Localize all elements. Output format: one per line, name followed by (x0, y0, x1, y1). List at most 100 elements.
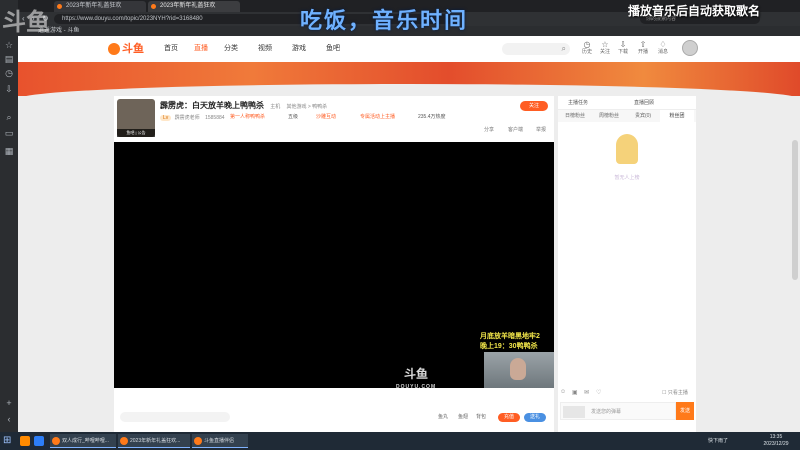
room-header: 鱼吧 | 公告 霹雳虎：白天放羊晚上鸭鸭杀 主机 其他游戏 > 鸭鸭杀 Lv 霹… (114, 96, 554, 142)
history-icon[interactable]: ◷ (4, 68, 14, 78)
fishball-item[interactable]: 鱼丸 (438, 414, 448, 421)
event-banner[interactable] (18, 62, 800, 114)
messages-label: 消息 (657, 49, 668, 55)
star-icon[interactable]: ☆ (4, 40, 14, 50)
broadcast-button[interactable]: ⇧ 开播 (636, 40, 650, 56)
user-level-badge (563, 406, 585, 418)
taskbar-item-3[interactable]: 斗鱼直播伴侣 (192, 434, 248, 448)
recharge-button[interactable]: 充值 (498, 413, 520, 422)
download-icon[interactable]: ⇩ (4, 84, 14, 94)
backpack-item[interactable]: 背包 (476, 414, 486, 421)
fishfin-item[interactable]: 鱼翅 (458, 414, 468, 421)
start-icon[interactable]: ⊞ (3, 435, 15, 447)
avatar-badge: 鱼吧 | 公告 (117, 129, 155, 137)
follow-list-button[interactable]: ☆ 关注 (598, 40, 612, 56)
live-replay[interactable]: 直播回顾 (634, 99, 654, 107)
only-host-checkbox[interactable]: ☐ 只看主播 (662, 389, 688, 396)
screen: ☆ ▤ ◷ ⇩ ⌕ ▭ ▦ + ‹ 2023年新年礼盖狂欢 2023年新年礼盖狂… (0, 0, 800, 450)
fan-badge-icon[interactable]: ♡ (596, 389, 601, 396)
tag-2-label: 五级 (288, 114, 299, 120)
collapse-icon[interactable]: ‹ (4, 414, 14, 424)
send-gift-button[interactable]: 送礼 (524, 413, 546, 422)
system-clock[interactable]: 13:35 2023/12/29 (760, 434, 792, 448)
tab-1[interactable]: 2023年新年礼盖狂欢 (54, 1, 146, 12)
nav-live[interactable]: 直播 (194, 44, 208, 54)
tag-1[interactable]: 第一人称鸭鸭杀 (230, 114, 265, 121)
tab-2[interactable]: 2023年新年礼盖狂欢 (148, 1, 240, 12)
taskbar: ⊞ 双人成行_哔哩哔哩... 2023年新年礼盖狂欢... 斗鱼直播伴侣 快下雨… (0, 432, 800, 450)
taskbar-item-1-label: 双人成行_哔哩哔哩... (62, 438, 109, 444)
download-label: 下载 (617, 49, 628, 55)
tag-3-label: 沙雕互动 (316, 114, 337, 120)
music-overlay-text: 播放音乐后自动获取歌名 (628, 4, 761, 18)
upload-icon: ⇧ (639, 40, 647, 49)
search-icon[interactable]: ⌕ (562, 44, 566, 54)
broadcast-label: 开播 (637, 49, 648, 55)
report-button[interactable]: 举报 (536, 127, 546, 134)
douyu-tab-icon (151, 4, 156, 9)
user-avatar[interactable] (682, 40, 698, 56)
emoji-icon[interactable]: ☺ (560, 389, 566, 395)
room-meta[interactable]: 其他游戏 > 鸭鸭杀 (286, 104, 327, 110)
client-button[interactable]: 客户端 (508, 127, 523, 134)
history-button[interactable]: ◷ 历史 (580, 40, 594, 56)
search-icon[interactable]: ⌕ (4, 112, 14, 122)
image-icon[interactable]: ▣ (572, 389, 578, 396)
taskbar-item-1[interactable]: 双人成行_哔哩哔哩... (50, 434, 116, 448)
nav-category[interactable]: 分类 (224, 44, 238, 54)
clock-time: 13:35 (769, 434, 783, 440)
send-button[interactable]: 发送 (676, 402, 694, 420)
overlay-line-2: 晚上19：30鸭鸭杀 (480, 343, 538, 350)
browser-icon[interactable] (34, 436, 44, 446)
streamer-tasks[interactable]: 主播任务 (568, 99, 588, 107)
clock-icon: ◷ (583, 40, 591, 49)
nav-games[interactable]: 游戏 (292, 44, 306, 54)
notes-icon[interactable]: ▭ (4, 128, 14, 138)
watermark-text: 斗鱼 (404, 367, 429, 381)
browser-app-icon (52, 437, 60, 445)
download-button[interactable]: ⇩ 下载 (616, 40, 630, 56)
nav-home[interactable]: 首页 (164, 44, 178, 54)
weather-text[interactable]: 快下雨了 (708, 437, 728, 445)
app-icon[interactable] (20, 436, 30, 446)
room-category[interactable]: 主机 (270, 104, 280, 110)
only-host-label: 只看主播 (667, 390, 688, 396)
chat-placeholder: 发送您的弹幕 (591, 409, 622, 415)
streamer-avatar[interactable]: 鱼吧 | 公告 (117, 99, 155, 137)
tab-weekly-fans[interactable]: 周榜粉丝 (592, 110, 626, 122)
mascot-illustration (616, 134, 638, 164)
viewer-count-label: 235.4万热度 (418, 114, 446, 120)
games-icon[interactable]: ▦ (4, 146, 14, 156)
taskbar-item-3-label: 斗鱼直播伴侣 (204, 438, 235, 444)
site-logo[interactable]: 斗鱼 (108, 42, 146, 56)
site-search-input[interactable]: ⌕ (502, 43, 570, 55)
room-title: 霹雳虎：白天放羊晚上鸭鸭杀 主机 其他游戏 > 鸭鸭杀 (160, 101, 327, 112)
fish-logo-icon (108, 43, 120, 56)
nav-video[interactable]: 视频 (258, 44, 272, 54)
bookmark-icon[interactable]: ▤ (4, 54, 14, 64)
download-icon: ⇩ (619, 40, 627, 49)
star-icon: ☆ (601, 40, 609, 49)
tab-daily-fans[interactable]: 日榜粉丝 (558, 110, 592, 122)
web-page: 斗鱼 首页 直播 分类 视频 游戏 鱼吧 ⌕ ◷ 历史 ☆ 关注 ⇩ 下载 ⇧ 开播 ♢… (18, 36, 800, 432)
video-player[interactable]: 月底放羊暗黑地牢2 晚上19：30鸭鸭杀 斗鱼 DOUYU.COM (114, 142, 554, 390)
taskbar-item-2[interactable]: 2023年新年礼盖狂欢... (118, 434, 190, 448)
tab-fan-club[interactable]: 粉丝团 (660, 110, 694, 122)
host-name[interactable]: 霹雳虎老师 (175, 115, 200, 121)
empty-rank-text: 暂无人上榜 (614, 175, 640, 181)
add-icon[interactable]: + (4, 398, 14, 408)
messages-button[interactable]: ♢ 消息 (656, 40, 670, 56)
tag-4[interactable]: 专属活动上主播 (360, 114, 395, 121)
share-button[interactable]: 分享 (484, 127, 494, 134)
page-scrollbar[interactable] (792, 140, 798, 280)
tag-2[interactable]: 五级 (288, 114, 298, 121)
gift-icon[interactable]: ✉ (584, 389, 589, 396)
tab-vip[interactable]: 贵宾(0) (626, 110, 660, 122)
chat-input[interactable]: 发送您的弹幕 (560, 402, 676, 420)
gift-search[interactable] (120, 412, 230, 422)
room-title-text: 霹雳虎：白天放羊晚上鸭鸭杀 (160, 101, 264, 110)
tag-3[interactable]: 沙雕互动 (316, 114, 336, 121)
follow-button[interactable]: 关注 (520, 101, 548, 111)
nav-yuba[interactable]: 鱼吧 (326, 44, 340, 54)
gift-bar: 鱼丸 鱼翅 背包 充值 送礼 (114, 388, 554, 432)
